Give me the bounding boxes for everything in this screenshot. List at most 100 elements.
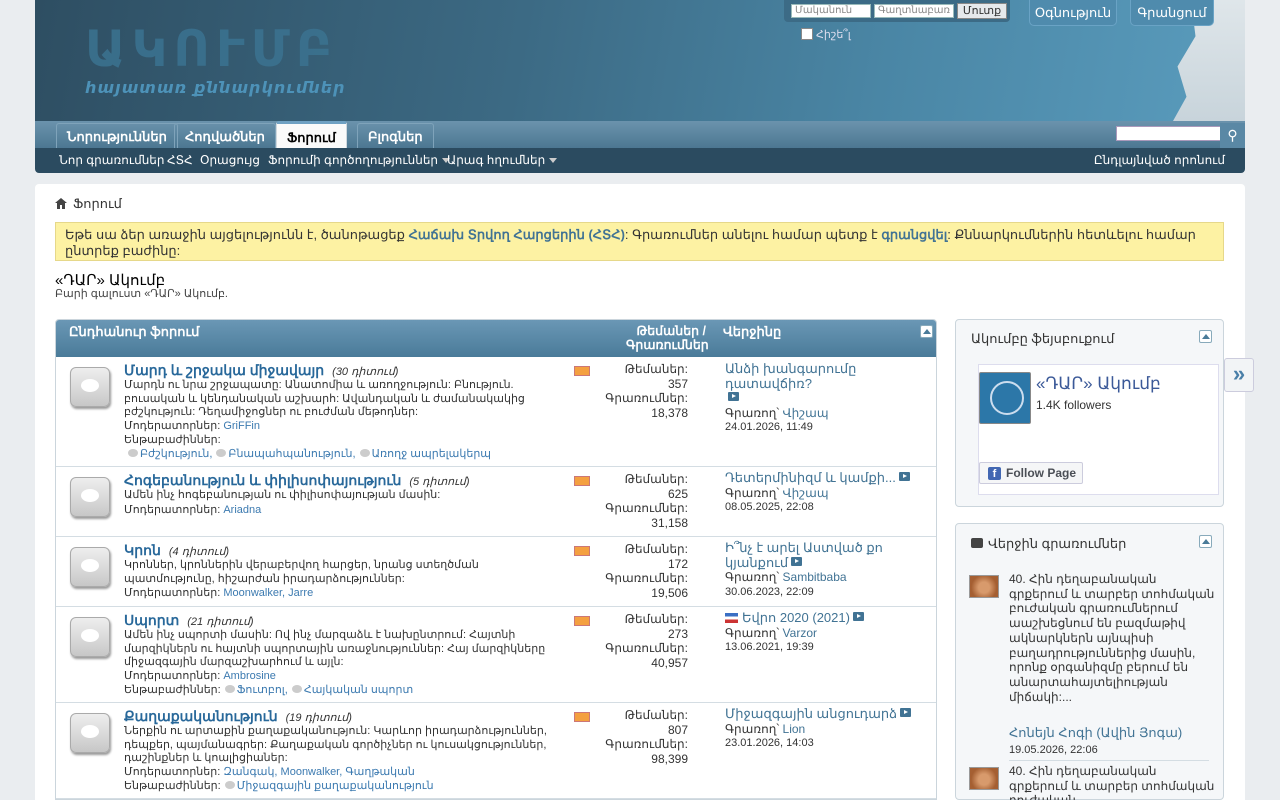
remember-me[interactable]: Հիշե՞լ: [801, 28, 851, 41]
forum-name[interactable]: Հոգեբանություն և փիլիսոփայություն: [124, 472, 401, 488]
tab-news[interactable]: Նորություններ: [56, 123, 178, 148]
subforum-icon: [224, 685, 235, 693]
subforum-icon: [128, 449, 138, 457]
forum-description: Ամեն ինչ սպորտի մասին: Ով ինչ մարզաձև է …: [124, 629, 546, 668]
last-post-title[interactable]: Ի՞նչ է արել Աստված քո կյանքում: [725, 540, 883, 570]
page-logo[interactable]: [979, 372, 1031, 424]
last-post-title[interactable]: Անձի խանգարումը դատավճիռ?: [725, 361, 856, 391]
forum-status-icon: [70, 367, 110, 407]
subnav-new-posts[interactable]: Նոր գրառումներ: [59, 148, 165, 173]
subforums-label: Ենթաբաժիններ:: [124, 780, 221, 792]
forum-title-link[interactable]: Սպորտ (21 դիտում): [124, 612, 254, 629]
moderators: Մոդերատորներ: Ambrosine: [124, 669, 276, 682]
flag-icon: [725, 613, 738, 623]
subforum-link[interactable]: Ֆուտբոլ,: [237, 684, 288, 696]
forum-title-link[interactable]: Կրոն (4 դիտում): [124, 542, 229, 559]
remember-checkbox[interactable]: [801, 28, 813, 40]
notice-text-1: Եթե սա ձեր առաջին այցելությունն է, ծանոթ…: [65, 227, 409, 242]
login-button[interactable]: Մուտք: [957, 3, 1007, 19]
by-label: Գրառող՝: [725, 721, 780, 736]
viewing-count: (30 դիտում): [332, 366, 399, 378]
collapse-icon[interactable]: [920, 325, 933, 338]
double-chevron-right-icon[interactable]: »: [1224, 358, 1254, 392]
breadcrumb-forum[interactable]: Ֆորում: [73, 196, 122, 211]
forum-title-link[interactable]: Մարդ և շրջակա միջավայր (30 դիտում): [124, 362, 398, 379]
tab-blogs[interactable]: Բլոգներ: [357, 123, 434, 148]
subforum-link[interactable]: Հայկական սպորտ: [304, 684, 413, 696]
breadcrumb: Ֆորում: [55, 196, 122, 212]
last-post-user[interactable]: Վիշապ: [783, 486, 829, 500]
last-post-title[interactable]: Միջազգային անցուդարձ: [725, 706, 897, 721]
forum-title-link[interactable]: Հոգեբանություն և փիլիսոփայություն (5 դիտո…: [124, 472, 470, 489]
avatar[interactable]: [969, 767, 999, 790]
subnav-calendar[interactable]: Օրացույց: [200, 148, 260, 173]
forum-row: Սպորտ (21 դիտում) Ամեն ինչ սպորտի մասին: …: [56, 607, 936, 703]
go-to-post-icon[interactable]: [852, 612, 864, 621]
moderator-link[interactable]: Ariadna: [223, 504, 261, 516]
moderator-link[interactable]: Moonwalker, Jarre: [223, 587, 313, 599]
collapse-icon[interactable]: [1199, 330, 1212, 343]
subforum-link[interactable]: Միջազգային քաղաքականություն: [237, 780, 434, 792]
forum-row: Հոգեբանություն և փիլիսոփայություն (5 դիտո…: [56, 467, 936, 537]
topics-label: Թեմաներ:: [624, 362, 688, 376]
moderator-link[interactable]: Ambrosine: [223, 670, 276, 682]
moderator-link[interactable]: GriFFin: [223, 420, 260, 432]
moderator-link[interactable]: Զանգակ, Moonwalker, Գաղթական: [223, 766, 415, 778]
forum-name[interactable]: Քաղաքականություն: [124, 708, 278, 724]
subforum-link[interactable]: Բնապահպանություն,: [228, 448, 355, 460]
viewing-count: (19 դիտում): [285, 712, 352, 724]
tab-forum[interactable]: Ֆորում: [276, 121, 347, 148]
advanced-search-link[interactable]: Ընդլայնված որոնում: [1094, 148, 1225, 173]
subforum-link[interactable]: Առողջ ապրելակերպ: [372, 448, 491, 460]
recent-post-author[interactable]: Հոնեյն Հոգի (Ավին Յոգա): [1009, 725, 1182, 741]
follow-page-button[interactable]: Follow Page: [979, 462, 1083, 484]
last-post-user[interactable]: Lion: [783, 722, 806, 736]
posts-label: Գրառումներ:: [605, 571, 688, 585]
last-post-user[interactable]: Varzor: [783, 626, 817, 640]
tab-articles[interactable]: Հոդվածներ: [174, 123, 276, 148]
subforum-icon: [224, 781, 235, 789]
subnav-quick-links[interactable]: Արագ հղումներ: [447, 148, 558, 173]
last-post-title[interactable]: Դետերմինիզմ և կամքի...: [725, 470, 896, 485]
go-to-post-icon[interactable]: [900, 708, 912, 717]
posts-label: Գրառումներ:: [605, 641, 688, 655]
faq-link[interactable]: Հաճախ Տրվող Հարցերին (ՀՏՀ): [409, 227, 625, 242]
home-icon[interactable]: [55, 198, 67, 209]
last-post-user[interactable]: Վիշապ: [783, 406, 829, 420]
password-input[interactable]: Գաղտնաբառ: [874, 4, 954, 18]
go-to-post-icon[interactable]: [898, 472, 910, 481]
moderators: Մոդերատորներ: Moonwalker, Jarre: [124, 586, 313, 599]
posts-label: Գրառումներ:: [605, 391, 688, 405]
register-button[interactable]: Գրանցում: [1130, 0, 1214, 26]
by-label: Գրառող՝: [725, 485, 780, 500]
forum-name[interactable]: Սպորտ: [124, 612, 179, 628]
sub-navbar: Նոր գրառումներ ՀՏՀ Օրացույց Ֆորումի գործ…: [35, 148, 1245, 173]
help-button[interactable]: Օգնություն: [1029, 0, 1117, 26]
forum-stats: Թեմաներ: 273 Գրառումներ: 40,957: [586, 612, 688, 670]
forum-name[interactable]: Մարդ և շրջակա միջավայր: [124, 362, 324, 378]
last-post-title[interactable]: Եվրո 2020 (2021): [742, 610, 850, 625]
last-post: Միջազգային անցուդարձ Գրառող՝ Lion 23.01.20…: [725, 706, 912, 751]
search-icon[interactable]: ⚲: [1220, 123, 1245, 148]
register-link[interactable]: գրանցվել: [881, 227, 947, 242]
posts-count: 40,957: [651, 655, 688, 670]
last-post-user[interactable]: Sambitbaba: [783, 570, 847, 584]
go-to-post-icon[interactable]: [728, 392, 739, 401]
last-post: Դետերմինիզմ և կամքի... Գրառող՝ Վիշապ 08.05…: [725, 470, 910, 515]
facebook-page-name[interactable]: «ԴԱՐ» Ակումբ: [1036, 374, 1161, 394]
logo-title[interactable]: ԱԿՈՒՄԲ: [85, 20, 338, 78]
subforums-label: Ենթաբաժիններ:: [124, 684, 221, 696]
forum-title-link[interactable]: Քաղաքականություն (19 դիտում): [124, 708, 352, 725]
go-to-post-icon[interactable]: [791, 556, 803, 566]
collapse-icon[interactable]: [1199, 535, 1212, 548]
category-title[interactable]: Ընդհանուր ֆորում: [69, 324, 199, 340]
recent-post-snippet[interactable]: 40. Հին դեղաբանական գրքերում և տարբեր տո…: [1009, 572, 1215, 704]
subnav-forum-actions[interactable]: Ֆորումի գործողություններ: [268, 148, 451, 173]
avatar[interactable]: [969, 575, 999, 598]
subforum-link[interactable]: Բժշկություն,: [140, 448, 212, 460]
username-input[interactable]: Մականուն: [791, 4, 871, 18]
subforums: Բժշկություն, Բնապահպանություն, Առողջ ապրել…: [124, 447, 491, 460]
subnav-faq[interactable]: ՀՏՀ: [167, 148, 193, 173]
recent-post-snippet[interactable]: 40. Հին դեղաբանական գրքերում և տարբեր տո…: [1009, 764, 1215, 800]
forum-name[interactable]: Կրոն: [124, 542, 161, 558]
